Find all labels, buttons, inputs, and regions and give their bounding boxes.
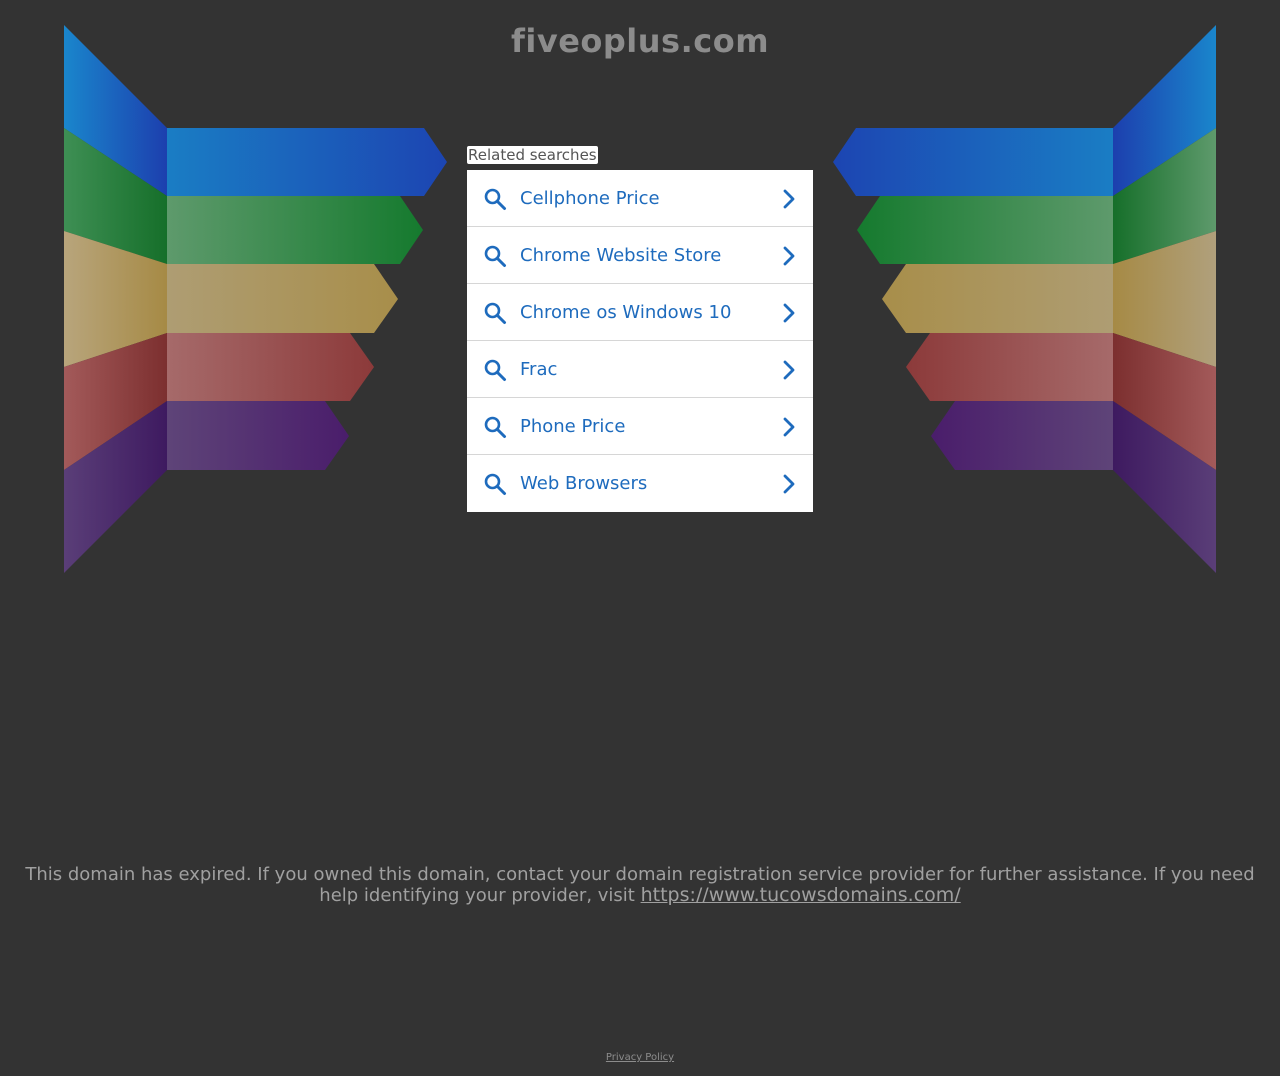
related-search-label: Web Browsers (520, 473, 648, 494)
related-search-item[interactable]: Web Browsers (467, 455, 813, 512)
related-search-item[interactable]: Frac (467, 341, 813, 398)
footer: Privacy Policy (0, 1052, 1280, 1063)
related-search-item[interactable]: Chrome os Windows 10 (467, 284, 813, 341)
chevron-right-icon (783, 246, 795, 266)
domain-title: fiveoplus.com (510, 22, 770, 60)
search-icon (484, 302, 506, 324)
related-searches-label: Related searches (467, 146, 598, 164)
search-icon (484, 359, 506, 381)
related-search-item[interactable]: Cellphone Price (467, 170, 813, 227)
related-searches-list: Cellphone Price Chrome Website Store Chr… (467, 170, 813, 512)
related-search-label: Chrome Website Store (520, 245, 722, 266)
right-wing (833, 25, 1216, 573)
related-search-label: Chrome os Windows 10 (520, 302, 732, 323)
chevron-right-icon (783, 360, 795, 380)
related-search-label: Phone Price (520, 416, 626, 437)
search-icon (484, 245, 506, 267)
tucows-link[interactable]: https://www.tucowsdomains.com/ (641, 884, 961, 906)
search-icon (484, 188, 506, 210)
search-icon (484, 473, 506, 495)
related-search-label: Frac (520, 359, 558, 380)
chevron-right-icon (783, 417, 795, 437)
chevron-right-icon (783, 189, 795, 209)
chevron-right-icon (783, 474, 795, 494)
expired-domain-notice: This domain has expired. If you owned th… (10, 864, 1270, 906)
related-search-item[interactable]: Phone Price (467, 398, 813, 455)
related-search-item[interactable]: Chrome Website Store (467, 227, 813, 284)
search-icon (484, 416, 506, 438)
related-search-label: Cellphone Price (520, 188, 660, 209)
left-wing (64, 25, 447, 573)
privacy-policy-link[interactable]: Privacy Policy (606, 1052, 674, 1063)
chevron-right-icon (783, 303, 795, 323)
page: fiveoplus.com Related searches Cellphone… (0, 0, 1280, 1076)
